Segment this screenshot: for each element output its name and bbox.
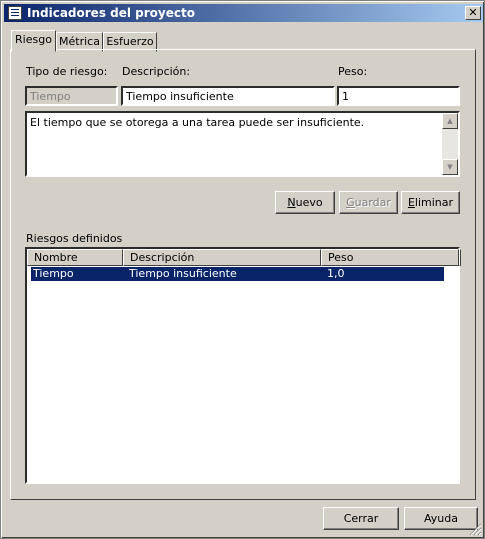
column-header-peso[interactable]: Peso [321,249,459,266]
table-row[interactable]: Tiempo Tiempo insuficiente 1,0 [31,267,444,281]
row-descripcion: Tiempo insuficiente [129,267,237,280]
nuevo-label: uevo [295,196,323,209]
column-header-filler [459,249,461,266]
dialog-window: Indicadores del proyecto ✕ Riesgo Métric… [0,0,485,539]
eliminar-accesskey: E [407,196,415,209]
window-title: Indicadores del proyecto [27,6,195,20]
close-button[interactable]: ✕ [465,6,481,20]
column-header-descripcion[interactable]: Descripción [123,249,321,266]
active-tab-gap [12,49,55,51]
riesgos-definidos-label: Riesgos definidos [26,232,123,245]
detail-text: El tiempo que se otorega a una tarea pue… [30,116,365,129]
guardar-accesskey: G [346,196,355,209]
guardar-label: uardar [354,196,391,209]
descripcion-label: Descripción: [122,65,191,78]
peso-field[interactable]: 1 [337,86,460,106]
peso-label: Peso: [338,65,368,78]
detail-scrollbar[interactable]: ▲ ▼ [442,113,458,175]
column-header-nombre[interactable]: Nombre [27,249,123,266]
app-icon [8,6,22,20]
detail-textarea[interactable]: El tiempo que se otorega a una tarea pue… [25,111,460,177]
ayuda-button[interactable]: Ayuda [404,507,478,530]
guardar-button[interactable]: Guardar [339,191,398,214]
row-nombre: Tiempo [33,267,74,280]
scroll-up-icon[interactable]: ▲ [442,113,458,129]
size-grip-icon[interactable] [469,523,482,536]
eliminar-label: liminar [414,196,454,209]
eliminar-button[interactable]: Eliminar [401,191,460,214]
cerrar-button[interactable]: Cerrar [323,507,399,530]
nuevo-button[interactable]: Nuevo [275,191,335,214]
tipo-riesgo-field: Tiempo [25,86,118,106]
row-peso: 1,0 [327,267,345,280]
scroll-down-icon[interactable]: ▼ [442,159,458,175]
riesgos-listview[interactable]: Nombre Descripción Peso Tiempo Tiempo in… [25,247,461,484]
nuevo-accesskey: N [287,196,296,209]
tipo-riesgo-label: Tipo de riesgo: [26,65,108,78]
descripcion-field[interactable]: Tiempo insuficiente [121,86,335,106]
title-bar[interactable]: Indicadores del proyecto ✕ [4,4,483,22]
